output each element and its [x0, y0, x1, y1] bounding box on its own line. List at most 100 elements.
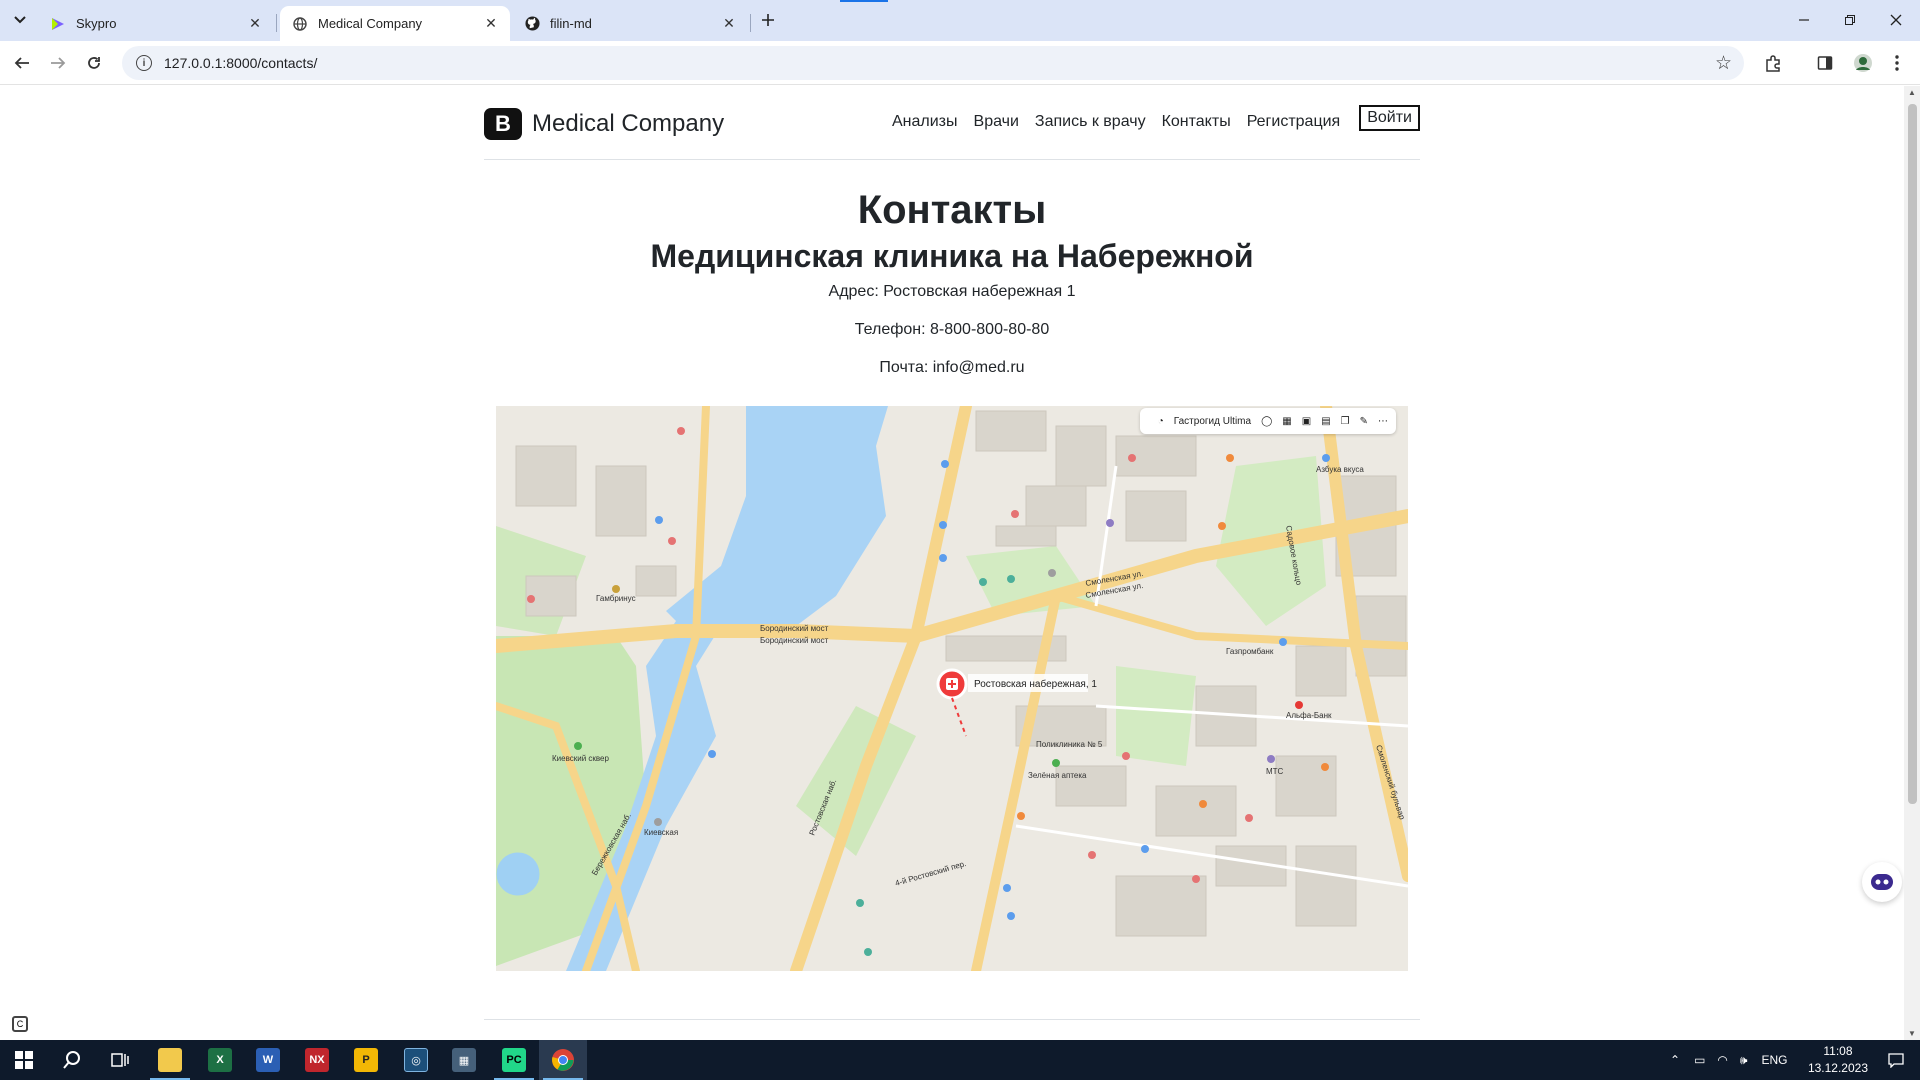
side-panel-icon[interactable] [1814, 52, 1836, 74]
forward-button[interactable] [46, 51, 70, 75]
taskbar-app-pycharm[interactable]: PC [490, 1040, 538, 1080]
map-canvas[interactable]: Ростовская набережная, 1 Бородинский мос… [496, 406, 1408, 971]
notification-center-button[interactable] [1872, 1040, 1920, 1080]
scroll-down-icon[interactable]: ▼ [1908, 1029, 1916, 1038]
clock-date: 13.12.2023 [1807, 1061, 1868, 1075]
map-label-place: Киевский сквер [552, 754, 610, 763]
extensions-icon[interactable] [1762, 52, 1784, 74]
wifi-icon[interactable]: ◠ [1717, 1053, 1727, 1067]
taskbar-clock[interactable]: 11:08 13.12.2023 [1808, 1043, 1868, 1077]
screenshot-tool-icon[interactable]: C [12, 1016, 28, 1032]
taskbar-app-explorer[interactable] [146, 1040, 194, 1080]
tab-divider [276, 14, 277, 32]
task-view-icon [111, 1053, 129, 1067]
tab-filin-md[interactable]: filin-md ✕ [512, 6, 748, 41]
taskbar-app-pdf[interactable]: P [342, 1040, 390, 1080]
language-indicator[interactable]: ENG [1761, 1053, 1787, 1067]
assistant-chat-button[interactable] [1862, 862, 1902, 902]
new-tab-button[interactable] [758, 8, 778, 32]
nav-link-doctors[interactable]: Врачи [974, 113, 1019, 131]
scrollbar-thumb[interactable] [1908, 104, 1917, 804]
park-area [496, 847, 545, 901]
map-label-bridge: Бородинский мост [760, 624, 829, 633]
ruler-icon[interactable]: ✎ [1360, 416, 1368, 427]
camera-icon[interactable]: ▣ [1302, 416, 1311, 427]
close-tab-icon[interactable]: ✕ [720, 15, 738, 33]
taskbar-app-excel[interactable]: X [196, 1040, 244, 1080]
url-text[interactable]: 127.0.0.1:8000/contacts/ [164, 55, 317, 71]
p-app-icon: P [354, 1048, 378, 1072]
tab-skypro[interactable]: Skypro ✕ [38, 6, 274, 41]
address-text: Адрес: Ростовская набережная 1 [828, 283, 1076, 300]
layers-icon[interactable]: ◯ [1261, 416, 1272, 427]
gastroguide-icon[interactable]: ◔ [1158, 416, 1164, 427]
bootstrap-logo-icon: B [484, 108, 522, 140]
nav-link-appointment[interactable]: Запись к врачу [1035, 113, 1146, 131]
taskbar-app-blue[interactable]: ◎ [392, 1040, 440, 1080]
browser-toolbar: i 127.0.0.1:8000/contacts/ ☆ [0, 41, 1920, 85]
tab-medical-company[interactable]: Medical Company ✕ [280, 6, 510, 41]
transport-icon[interactable]: ▤ [1321, 416, 1330, 427]
plus-icon [762, 14, 774, 26]
search-button[interactable] [48, 1040, 96, 1080]
taskbar-app-word[interactable]: W [244, 1040, 292, 1080]
skypro-favicon-icon [50, 16, 66, 32]
map-label-place: МТС [1266, 767, 1284, 776]
nav-link-contacts[interactable]: Контакты [1162, 113, 1231, 131]
nav-link-analyses[interactable]: Анализы [892, 113, 958, 131]
bookmark-star-icon[interactable]: ☆ [1715, 52, 1732, 75]
map-label-place: Киевская [644, 828, 678, 837]
network-app-icon: ◎ [404, 1048, 428, 1072]
profile-avatar[interactable] [1852, 52, 1874, 74]
chat-bot-icon [1871, 874, 1893, 890]
footer-divider [484, 1019, 1420, 1020]
excel-icon: X [208, 1048, 232, 1072]
site-header: B Medical Company Анализы Врачи Запись к… [484, 105, 1420, 160]
reload-button[interactable] [82, 51, 106, 75]
loading-indicator [840, 0, 888, 2]
start-button[interactable] [0, 1040, 48, 1080]
windows-logo-icon [15, 1051, 33, 1069]
login-button[interactable]: Войти [1359, 105, 1420, 131]
globe-icon [292, 16, 308, 32]
brand-link[interactable]: B Medical Company [484, 108, 724, 140]
restore-button[interactable] [1836, 8, 1864, 32]
notification-icon [1888, 1053, 1904, 1068]
tab-title: Medical Company [318, 16, 423, 31]
volume-icon[interactable]: 🕪 [1740, 1053, 1748, 1068]
show-hidden-icons-icon[interactable]: ⌃ [1670, 1053, 1680, 1067]
more-menu-icon[interactable] [1886, 52, 1908, 74]
map-label-place: Поликлиника № 5 [1036, 740, 1103, 749]
meet-now-icon[interactable]: ▭ [1694, 1053, 1705, 1067]
close-window-button[interactable] [1882, 8, 1910, 32]
taskbar-app-chrome[interactable] [539, 1040, 587, 1080]
map-label-place: Азбука вкуса [1316, 465, 1364, 474]
main-nav: Анализы Врачи Запись к врачу Контакты Ре… [876, 105, 1420, 135]
reload-icon [88, 57, 100, 69]
close-tab-icon[interactable]: ✕ [246, 15, 264, 33]
park-area [1116, 666, 1196, 766]
panorama-icon[interactable]: ▦ [1282, 416, 1291, 427]
tab-divider [750, 14, 751, 32]
back-button[interactable] [10, 51, 34, 75]
address-bar[interactable]: i 127.0.0.1:8000/contacts/ ☆ [122, 46, 1744, 80]
copy-icon[interactable]: ❐ [1341, 416, 1350, 427]
close-tab-icon[interactable]: ✕ [482, 15, 500, 33]
map-widget[interactable]: Ростовская набережная, 1 Бородинский мос… [496, 406, 1408, 971]
scroll-up-icon[interactable]: ▲ [1908, 88, 1916, 97]
page-title: Контакты [857, 188, 1047, 232]
tab-search-button[interactable] [10, 10, 30, 30]
site-info-icon[interactable]: i [136, 55, 152, 71]
map-toolbar[interactable]: ◔ Гастрогид Ultima ◯ ▦ ▣ ▤ ❐ ✎ ⋯ [1139, 408, 1396, 434]
minimize-button[interactable] [1790, 8, 1818, 32]
nav-link-registration[interactable]: Регистрация [1247, 113, 1341, 131]
more-icon[interactable]: ⋯ [1378, 416, 1388, 427]
task-view-button[interactable] [96, 1040, 144, 1080]
pycharm-icon: PC [502, 1048, 526, 1072]
tab-title: Skypro [76, 16, 117, 31]
gastroguide-label[interactable]: Гастрогид Ultima [1174, 416, 1251, 427]
page-scrollbar[interactable]: ▲ ▼ [1904, 86, 1920, 1040]
taskbar-app-calculator[interactable]: ▦ [440, 1040, 488, 1080]
taskbar-app-nx[interactable]: NX [293, 1040, 341, 1080]
minimize-icon [1799, 19, 1809, 21]
